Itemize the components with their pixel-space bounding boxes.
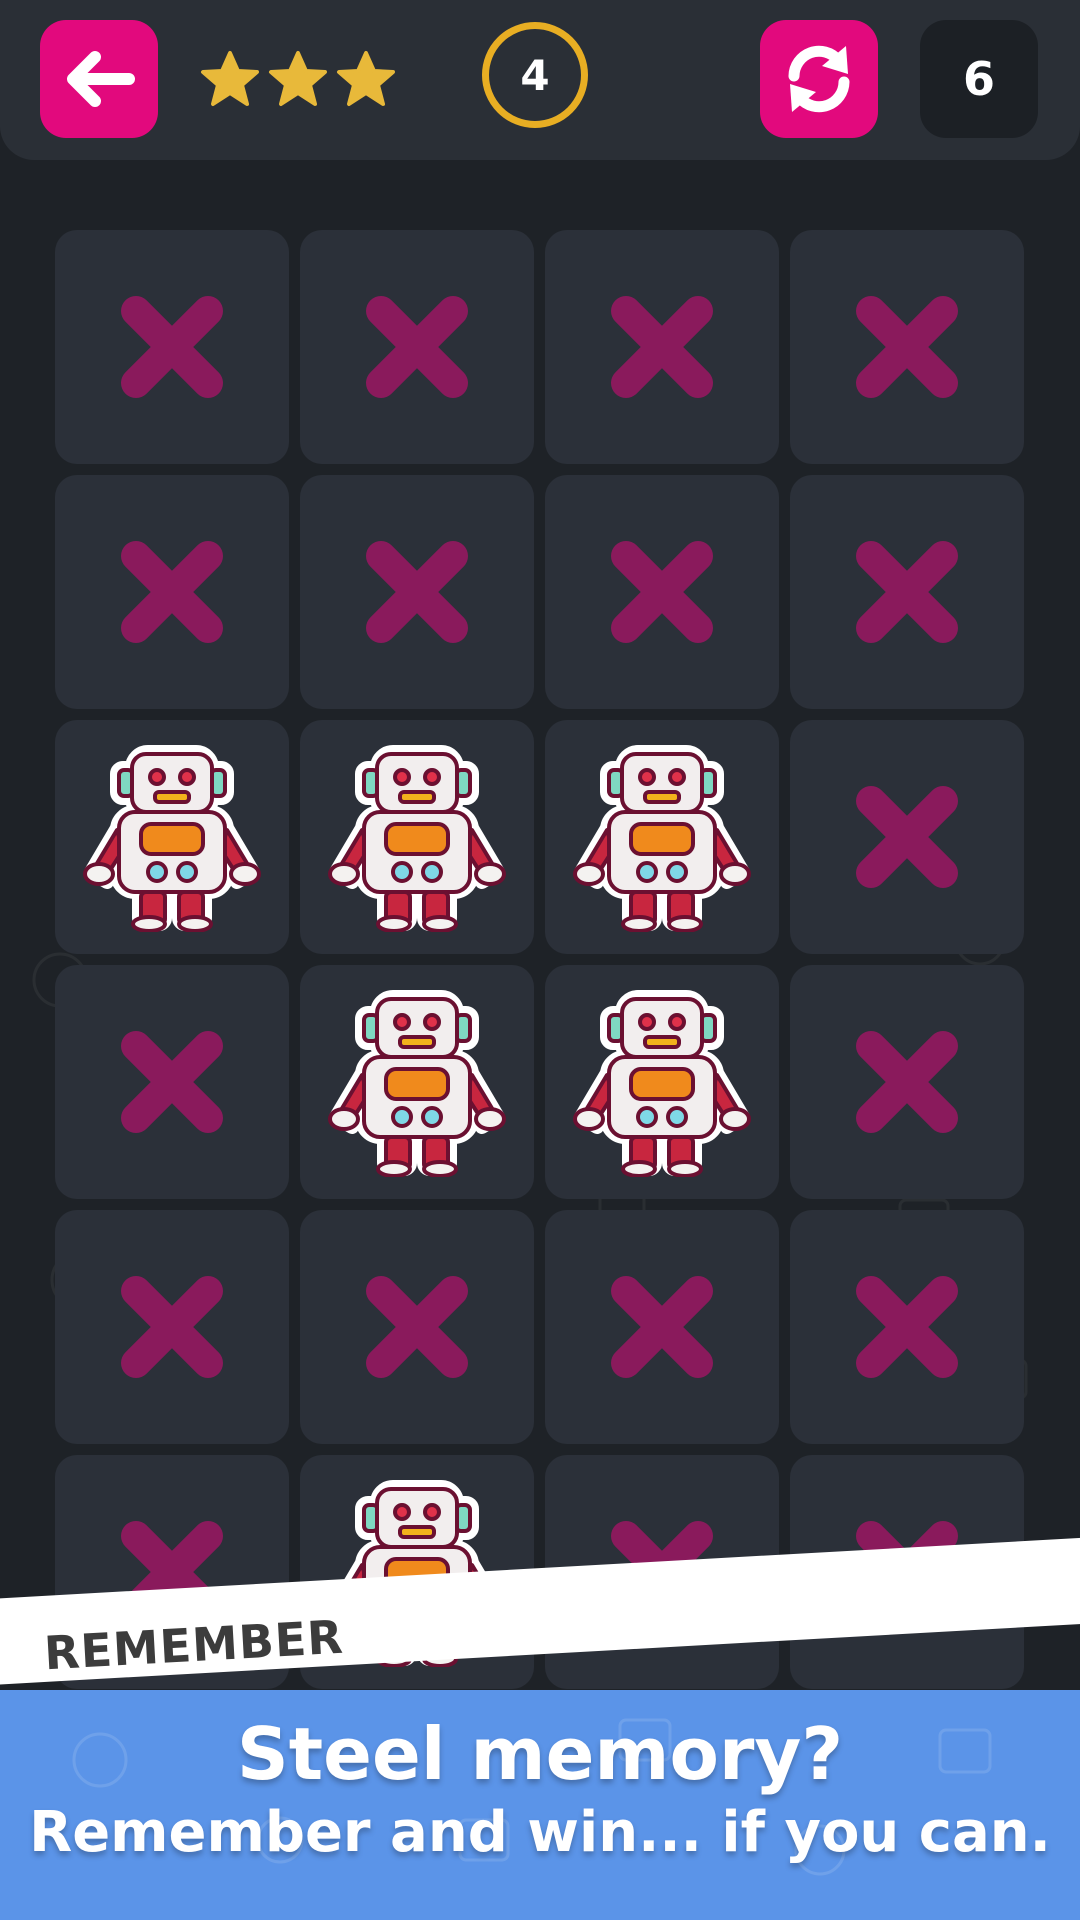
cross-icon <box>366 541 468 643</box>
cross-icon <box>856 296 958 398</box>
star-rating <box>200 50 396 108</box>
back-button[interactable] <box>40 20 158 138</box>
card-cross[interactable] <box>790 230 1024 464</box>
card-cross[interactable] <box>55 1210 289 1444</box>
card-cross[interactable] <box>55 965 289 1199</box>
robot-icon <box>573 990 751 1177</box>
moves-counter: 6 <box>920 20 1038 138</box>
restart-button[interactable] <box>760 20 878 138</box>
level-indicator: 4 <box>482 22 588 128</box>
refresh-icon <box>788 45 850 113</box>
card-cross[interactable] <box>300 1210 534 1444</box>
card-robot[interactable] <box>300 965 534 1199</box>
card-robot[interactable] <box>55 720 289 954</box>
cross-icon <box>611 296 713 398</box>
card-cross[interactable] <box>790 475 1024 709</box>
cross-icon <box>121 541 223 643</box>
card-robot[interactable] <box>545 965 779 1199</box>
cross-icon <box>611 1276 713 1378</box>
promo-headline: Steel memory? <box>236 1712 844 1796</box>
cross-icon <box>611 541 713 643</box>
card-robot[interactable] <box>300 720 534 954</box>
card-cross[interactable] <box>545 475 779 709</box>
card-cross[interactable] <box>545 230 779 464</box>
cross-icon <box>366 1276 468 1378</box>
cross-icon <box>856 1276 958 1378</box>
star-icon <box>269 51 327 106</box>
cross-icon <box>366 296 468 398</box>
robot-icon <box>328 990 506 1177</box>
cross-icon <box>121 296 223 398</box>
card-cross[interactable] <box>300 475 534 709</box>
card-cross[interactable] <box>300 230 534 464</box>
cross-icon <box>856 541 958 643</box>
card-cross[interactable] <box>545 1210 779 1444</box>
star-icon <box>337 51 395 106</box>
promo-subline: Remember and win... if you can. <box>29 1800 1051 1865</box>
card-cross[interactable] <box>790 720 1024 954</box>
card-cross[interactable] <box>790 965 1024 1199</box>
robot-icon <box>83 745 261 932</box>
cross-icon <box>121 1276 223 1378</box>
card-cross[interactable] <box>55 230 289 464</box>
card-cross[interactable] <box>790 1210 1024 1444</box>
top-bar: 4 6 <box>0 0 1080 160</box>
arrow-left-icon <box>67 51 135 107</box>
cross-icon <box>856 1031 958 1133</box>
robot-icon <box>328 745 506 932</box>
robot-icon <box>573 745 751 932</box>
cross-icon <box>121 1031 223 1133</box>
cross-icon <box>856 786 958 888</box>
card-robot[interactable] <box>545 720 779 954</box>
card-cross[interactable] <box>55 475 289 709</box>
memory-board <box>55 230 1025 1689</box>
star-icon <box>201 51 259 106</box>
